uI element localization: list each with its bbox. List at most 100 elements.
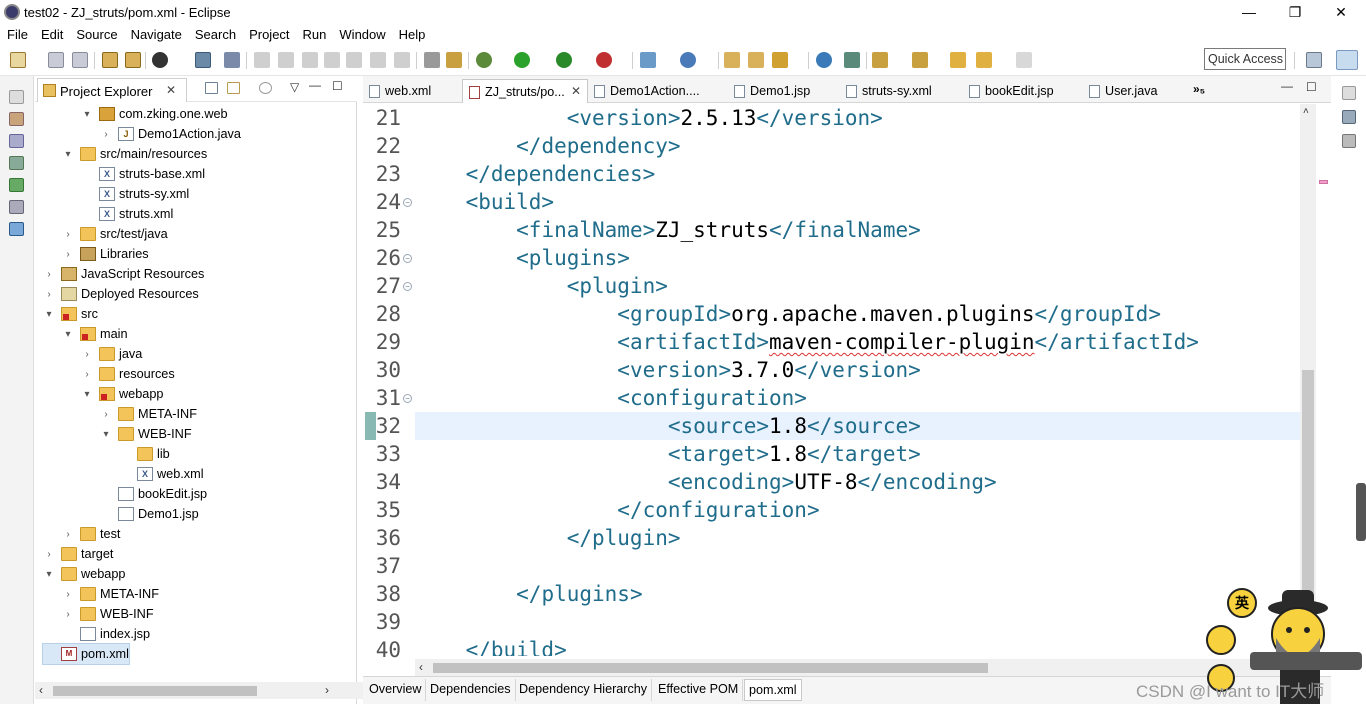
expanded-arrow-icon[interactable]: ▾ [43,569,55,580]
menu-search[interactable]: Search [188,27,242,42]
markers-icon[interactable] [9,178,24,192]
globe-icon[interactable] [816,52,832,68]
tab-pom-xml[interactable]: pom.xml [744,679,802,701]
filters-icon[interactable] [259,82,272,94]
tree-item[interactable]: › test [62,524,120,544]
new-server-icon[interactable] [640,52,656,68]
skip-breakpoints-icon[interactable] [224,52,240,68]
external-tools-icon[interactable] [596,52,612,68]
next-annotation-icon[interactable] [872,52,888,68]
servers-icon[interactable] [9,156,24,170]
open-type-icon[interactable] [102,52,118,68]
collapsed-arrow-icon[interactable]: › [100,129,112,140]
tab-effective-pom[interactable]: Effective POM [654,679,744,701]
open-task-icon[interactable] [748,52,764,68]
coverage-icon[interactable] [556,52,572,68]
tree-item[interactable]: › WEB-INF [62,604,154,624]
save-all-icon[interactable] [72,52,88,68]
editor-tab-struts-sy[interactable]: struts-sy.xml [840,79,966,103]
tree-item[interactable]: › Deployed Resources [43,284,199,304]
collapsed-arrow-icon[interactable]: › [43,549,55,560]
scroll-right-icon[interactable]: › [325,683,329,697]
editor-tab-user-java[interactable]: User.java [1083,79,1183,103]
forward-icon[interactable] [1016,52,1032,68]
disconnect-icon[interactable] [324,52,340,68]
restore-right-icon[interactable] [1342,86,1356,100]
collapsed-arrow-icon[interactable]: › [62,529,74,540]
fold-toggle-icon[interactable]: − [403,394,412,403]
close-window-button[interactable]: ✕ [1318,0,1364,24]
code-area[interactable]: <version>2.5.13</version> </dependency> … [415,104,1300,656]
scroll-left-icon[interactable]: ‹ [39,683,43,697]
restore-icon[interactable] [9,90,24,104]
console-icon[interactable] [195,52,211,68]
menu-navigate[interactable]: Navigate [124,27,188,42]
tree-item[interactable]: Xstruts-sy.xml [81,184,189,204]
tree-item[interactable]: ▾ main [62,324,128,344]
collapsed-arrow-icon[interactable]: › [43,269,55,280]
minimize-view-icon[interactable]: — [309,78,321,92]
use-step-filters-icon[interactable] [446,52,462,68]
menu-project[interactable]: Project [242,27,295,42]
suspend-icon[interactable] [278,52,294,68]
minimize-editor-icon[interactable]: — [1281,79,1293,93]
tree-item[interactable]: ▾ src [43,304,98,324]
side-handle[interactable] [1356,483,1366,541]
drop-to-frame-icon[interactable] [424,52,440,68]
code-line[interactable]: <version>3.7.0</version> [415,356,1300,384]
new-class-icon[interactable] [680,52,696,68]
editor-hscroll-thumb[interactable] [433,663,988,673]
editor-scroll-up-icon[interactable]: ˄ [1303,106,1309,117]
editor-tab-web-xml[interactable]: web.xml [363,79,463,103]
editor-horizontal-scrollbar[interactable]: ‹ [415,659,1300,676]
open-resource-icon[interactable] [125,52,141,68]
open-perspective-icon[interactable] [1306,52,1322,68]
code-line[interactable]: <source>1.8</source> [415,412,1300,440]
close-view-icon[interactable]: ✕ [166,83,176,97]
code-line[interactable]: <configuration> [415,384,1300,412]
step-into-icon[interactable] [346,52,362,68]
step-return-icon[interactable] [394,52,410,68]
tree-item[interactable]: ▾ webapp [81,384,163,404]
tree-item[interactable]: › META-INF [100,404,197,424]
code-line[interactable]: <groupId>org.apache.maven.plugins</group… [415,300,1300,328]
tree-item[interactable]: ▾ webapp [43,564,125,584]
maximize-view-icon[interactable]: ☐ [332,79,343,93]
collapsed-arrow-icon[interactable]: › [100,409,112,420]
tree-item[interactable]: › target [43,544,113,564]
menu-edit[interactable]: Edit [34,27,69,42]
tree-item[interactable]: lib [119,444,170,464]
annotation-icon[interactable] [844,52,860,68]
code-line[interactable]: <version>2.5.13</version> [415,104,1300,132]
emoji-icon[interactable] [1206,625,1236,655]
code-line[interactable]: <encoding>UTF-8</encoding> [415,468,1300,496]
maximize-button[interactable]: ❐ [1272,0,1318,24]
expanded-arrow-icon[interactable]: ▾ [81,109,93,120]
tab-dependencies[interactable]: Dependencies [426,679,516,701]
previous-annotation-icon[interactable] [912,52,928,68]
code-line[interactable]: </dependency> [415,132,1300,160]
save-icon[interactable] [48,52,64,68]
outline-icon[interactable] [9,134,24,148]
outline-right-icon[interactable] [1342,110,1356,124]
expanded-arrow-icon[interactable]: ▾ [81,389,93,400]
task-right-icon[interactable] [1342,134,1356,148]
tree-item[interactable]: ▾ src/main/resources [62,144,207,164]
tree-item[interactable]: › JavaScript Resources [43,264,204,284]
expanded-arrow-icon[interactable]: ▾ [43,309,55,320]
task-list-icon[interactable] [9,112,24,126]
fold-toggle-icon[interactable]: − [403,254,412,263]
expanded-arrow-icon[interactable]: ▾ [62,329,74,340]
code-line[interactable]: <build> [415,188,1300,216]
editor-tab-demo1-jsp[interactable]: Demo1.jsp [728,79,840,103]
more-tabs-button[interactable]: »₅ [1193,82,1205,96]
collapsed-arrow-icon[interactable]: › [43,289,55,300]
collapsed-arrow-icon[interactable]: › [62,229,74,240]
tree-item[interactable]: › java [81,344,142,364]
code-line[interactable] [415,552,1300,580]
collapsed-arrow-icon[interactable]: › [62,609,74,620]
quick-access-field[interactable]: Quick Access [1204,48,1286,70]
expanded-arrow-icon[interactable]: ▾ [62,149,74,160]
properties-icon[interactable] [9,200,24,214]
debug-icon[interactable] [476,52,492,68]
